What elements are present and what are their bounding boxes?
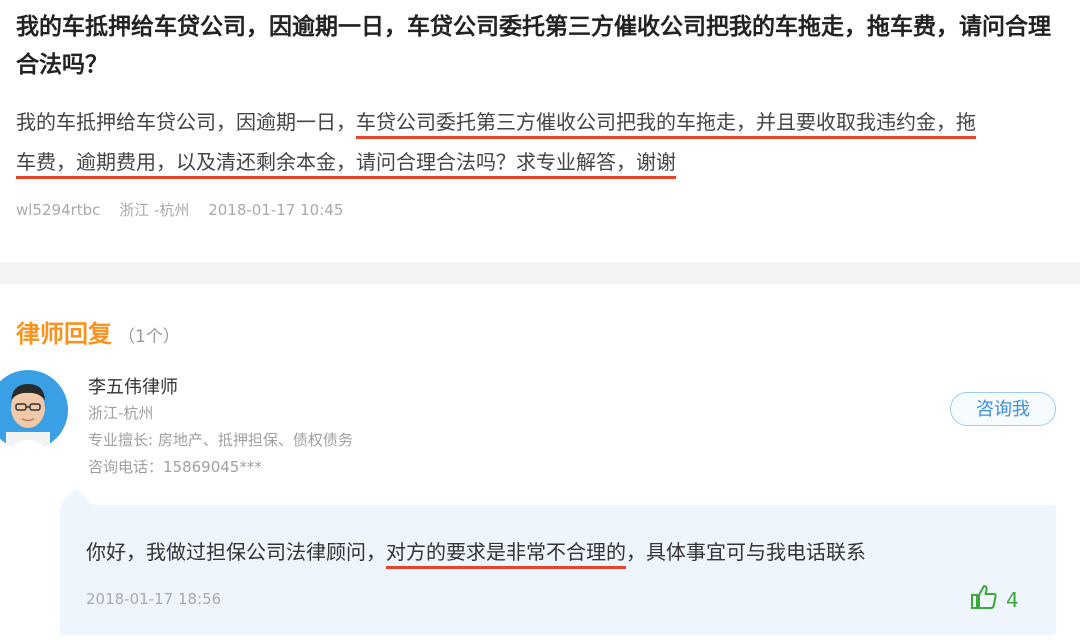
answer-text-end: ，具体事宜可与我电话联系 xyxy=(626,540,866,564)
thumbs-up-icon xyxy=(970,584,998,615)
answer-bubble xyxy=(60,505,1056,635)
question-location: 浙江 -杭州 xyxy=(119,201,190,219)
question-body-text: 我的车抵押给车贷公司，因逾期一日， xyxy=(16,110,356,134)
answer-text-highlight: 对方的要求是非常不合理的 xyxy=(386,540,626,569)
question-title: 我的车抵押给车贷公司，因逾期一日，车贷公司委托第三方催收公司把我的车拖走，拖车费… xyxy=(16,14,1051,78)
question-author[interactable]: wl5294rtbc xyxy=(16,201,100,219)
answer-text-start: 你好，我做过担保公司法律顾问， xyxy=(86,540,386,564)
question-body: 我的车抵押给车贷公司，因逾期一日，车贷公司委托第三方催收公司把我的车拖走，并且要… xyxy=(16,102,1061,182)
lawyer-replies-count: （1个） xyxy=(118,327,180,347)
answer-bubble-pointer xyxy=(60,489,92,505)
question-meta: wl5294rtbc 浙江 -杭州 2018-01-17 10:45 xyxy=(16,199,357,220)
question-body-highlight: 车贷公司委托第三方催收公司把我的车拖走，并且要收取我违约金，拖 xyxy=(356,110,976,139)
answer-time: 2018-01-17 18:56 xyxy=(86,590,222,608)
question-body-highlight: 车费，逾期费用，以及清还剩余本金，请问合理合法吗？求专业解答，谢谢 xyxy=(16,150,676,179)
lawyer-location: 浙江-杭州 xyxy=(88,404,154,422)
like-button[interactable]: 4 xyxy=(970,584,1019,615)
lawyer-replies-heading: 律师回复 （1个） xyxy=(16,314,180,349)
consult-button[interactable]: 咨询我 xyxy=(950,392,1056,426)
answer-text: 你好，我做过担保公司法律顾问，对方的要求是非常不合理的，具体事宜可与我电话联系 xyxy=(86,536,866,569)
question-time: 2018-01-17 10:45 xyxy=(208,201,344,219)
person-avatar-icon xyxy=(6,384,50,450)
lawyer-specialty: 专业擅长: 房地产、抵押担保、债权债务 xyxy=(88,431,353,449)
lawyer-replies-title: 律师回复 xyxy=(16,320,112,348)
lawyer-avatar[interactable] xyxy=(0,370,68,450)
lawyer-phone: 咨询电话：15869045*** xyxy=(88,458,262,476)
section-divider xyxy=(0,262,1080,284)
like-count: 4 xyxy=(1006,587,1019,612)
lawyer-name[interactable]: 李五伟律师 xyxy=(88,373,178,399)
